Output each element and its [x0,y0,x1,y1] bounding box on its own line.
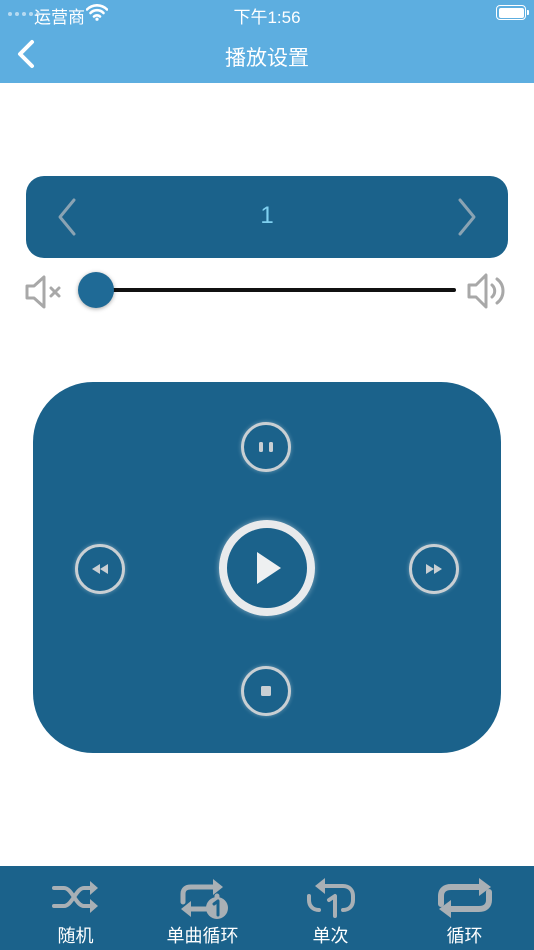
speaker-mute-icon [25,275,61,309]
fast-forward-icon [426,564,442,574]
pause-button[interactable] [241,422,291,472]
tab-label: 随机 [57,926,94,946]
repeat-one-icon [180,879,228,919]
tab-label: 单次 [312,926,349,946]
playback-control-pad [33,382,501,753]
playback-settings-screen: 运营商 下午1:56 播放设置 1 随机 单曲循环 单次 循环 [0,0,534,950]
status-time: 下午1:56 [233,8,301,27]
battery-icon [496,5,529,20]
play-button[interactable] [219,520,315,616]
tab-label: 循环 [446,926,483,946]
play-icon [257,552,281,584]
play-once-icon [306,878,355,918]
rewind-icon [92,564,108,574]
pause-icon [259,442,273,452]
channel-selector: 1 [26,176,508,258]
stop-icon [261,686,271,696]
fast-forward-button[interactable] [409,544,459,594]
stop-button[interactable] [241,666,291,716]
tab-repeat-one[interactable]: 单曲循环 [136,866,269,950]
repeat-icon [437,878,492,918]
volume-slider-thumb[interactable] [78,272,114,308]
speaker-loud-icon [467,273,505,309]
header: 运营商 下午1:56 播放设置 [0,0,534,83]
tab-play-once[interactable]: 单次 [264,866,397,950]
shuffle-icon [51,881,98,913]
tab-label: 单曲循环 [166,926,239,946]
status-bar: 运营商 下午1:56 [0,0,534,27]
play-mode-tab-bar: 随机 单曲循环 单次 循环 [0,866,534,950]
page-title: 播放设置 [225,47,309,70]
rewind-button[interactable] [75,544,125,594]
volume-slider-track[interactable] [96,288,456,292]
tab-shuffle[interactable]: 随机 [9,866,142,950]
selector-value: 1 [260,202,274,229]
tab-repeat[interactable]: 循环 [398,866,531,950]
next-button[interactable] [446,196,486,238]
